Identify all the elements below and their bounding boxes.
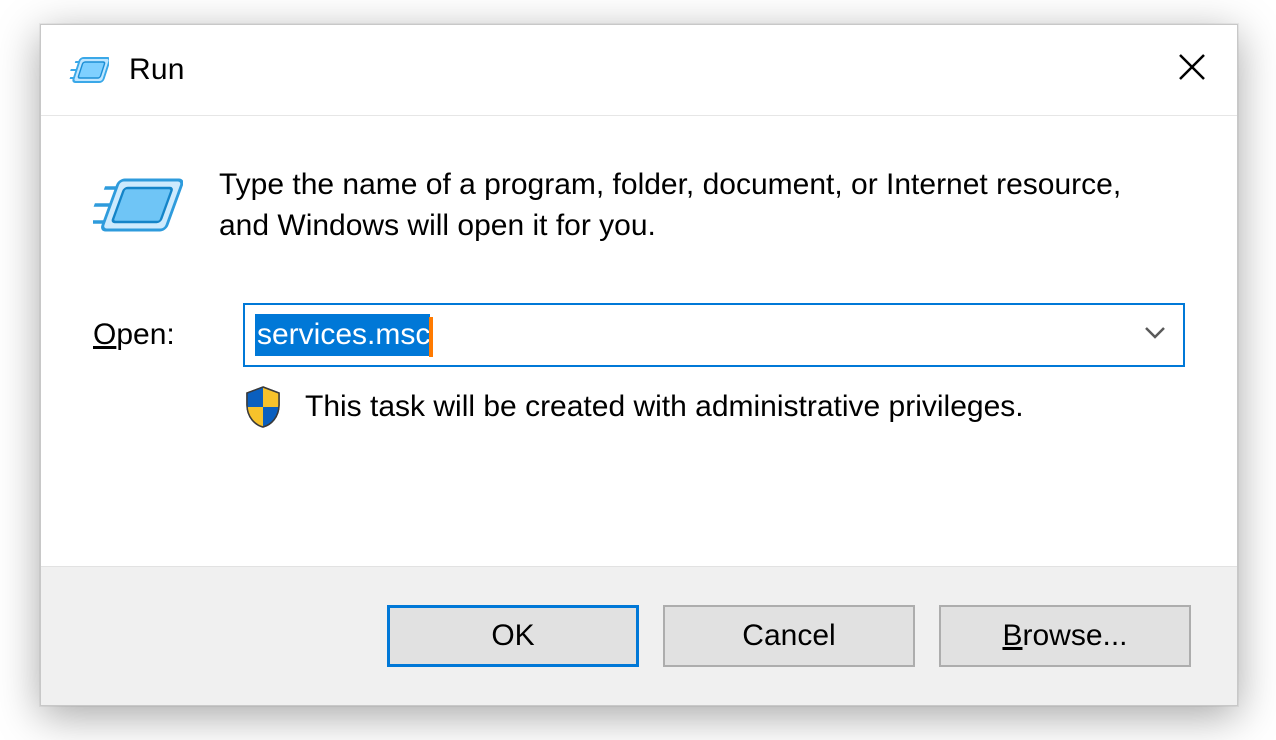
text-caret — [429, 317, 433, 357]
shield-icon — [243, 385, 283, 429]
browse-button-label: Browse... — [1002, 619, 1127, 653]
cancel-button-label: Cancel — [742, 619, 835, 653]
window-title: Run — [129, 53, 1147, 87]
button-row: OK Cancel Browse... — [41, 566, 1237, 705]
close-icon — [1177, 52, 1207, 88]
open-input-selection: services.msc — [255, 314, 430, 356]
open-label: Open: — [93, 318, 243, 352]
description-row: Type the name of a program, folder, docu… — [93, 164, 1185, 247]
open-combobox[interactable]: services.msc — [243, 303, 1185, 367]
combobox-dropdown-button[interactable] — [1127, 305, 1183, 365]
open-input[interactable]: services.msc — [245, 305, 1127, 365]
cancel-button[interactable]: Cancel — [663, 605, 915, 667]
run-dialog: Run Type the name of a pro — [40, 24, 1238, 706]
open-row: Open: services.msc — [93, 303, 1185, 367]
run-icon — [69, 50, 109, 90]
admin-note-text: This task will be created with administr… — [305, 390, 1024, 424]
admin-note-row: This task will be created with administr… — [243, 385, 1185, 429]
dialog-body: Type the name of a program, folder, docu… — [41, 116, 1237, 566]
description-text: Type the name of a program, folder, docu… — [219, 164, 1179, 247]
chevron-down-icon — [1142, 319, 1168, 350]
close-button[interactable] — [1147, 25, 1237, 115]
ok-button-label: OK — [491, 619, 534, 653]
ok-button[interactable]: OK — [387, 605, 639, 667]
titlebar: Run — [41, 25, 1237, 116]
run-icon-large — [93, 170, 183, 244]
browse-button[interactable]: Browse... — [939, 605, 1191, 667]
